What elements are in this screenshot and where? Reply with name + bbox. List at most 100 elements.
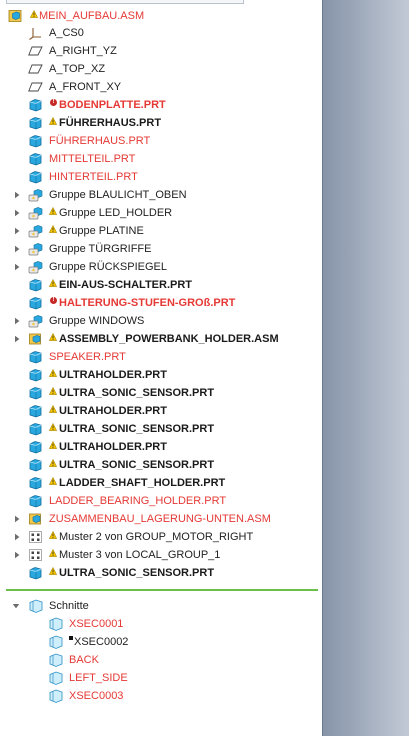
part-icon bbox=[28, 404, 43, 418]
expand-arrow-icon[interactable] bbox=[13, 186, 21, 204]
tree-item[interactable]: ULTRAHOLDER.PRT bbox=[0, 402, 322, 420]
tree-item[interactable]: A_TOP_XZ bbox=[0, 60, 322, 78]
tree-item[interactable]: ! BODENPLATTE.PRT bbox=[0, 96, 322, 114]
expand-arrow-icon[interactable] bbox=[13, 510, 21, 528]
part-icon bbox=[28, 566, 43, 580]
assembly-icon bbox=[28, 332, 43, 346]
part-icon bbox=[28, 386, 43, 400]
xsec-icon bbox=[48, 671, 63, 685]
tree-item[interactable]: ULTRA_SONIC_SENSOR.PRT bbox=[0, 420, 322, 438]
tree-item[interactable]: ULTRAHOLDER.PRT bbox=[0, 438, 322, 456]
pattern-icon bbox=[28, 548, 43, 562]
graphics-window[interactable] bbox=[322, 0, 409, 736]
tree-item-label: ULTRAHOLDER.PRT bbox=[59, 369, 167, 381]
part-icon bbox=[28, 476, 43, 490]
part-icon bbox=[28, 440, 43, 454]
datum-plane-icon bbox=[28, 80, 43, 94]
section-item[interactable]: XSEC0002 bbox=[0, 633, 322, 651]
tree-item[interactable]: FÜHRERHAUS.PRT bbox=[0, 114, 322, 132]
tree-item[interactable]: SPEAKER.PRT bbox=[0, 348, 322, 366]
tree-item-label: Muster 2 von GROUP_MOTOR_RIGHT bbox=[59, 531, 254, 543]
tree-item[interactable]: Gruppe BLAULICHT_OBEN bbox=[0, 186, 322, 204]
tree-item[interactable]: FÜHRERHAUS.PRT bbox=[0, 132, 322, 150]
tree-item-label: HINTERTEIL.PRT bbox=[49, 171, 138, 183]
tree-item[interactable]: Gruppe TÜRGRIFFE bbox=[0, 240, 322, 258]
expand-arrow-icon[interactable] bbox=[13, 312, 21, 330]
tree-item-label: Gruppe TÜRGRIFFE bbox=[49, 243, 152, 255]
tree-item[interactable]: Muster 3 von LOCAL_GROUP_1 bbox=[0, 546, 322, 564]
tree-item[interactable]: Gruppe WINDOWS bbox=[0, 312, 322, 330]
group-icon bbox=[28, 242, 43, 256]
tree-item-label: ULTRA_SONIC_SENSOR.PRT bbox=[59, 423, 215, 435]
expand-arrow-icon[interactable] bbox=[13, 222, 21, 240]
assembly-icon bbox=[8, 9, 23, 23]
section-item-label: LEFT_SIDE bbox=[69, 672, 128, 684]
tree-item-label: A_TOP_XZ bbox=[49, 63, 106, 75]
tree-item-label: Gruppe BLAULICHT_OBEN bbox=[49, 189, 187, 201]
tree-item-label: ULTRA_SONIC_SENSOR.PRT bbox=[59, 567, 215, 579]
tree-root-row[interactable]: MEIN_AUFBAU.ASM bbox=[0, 7, 322, 25]
sections-header-row[interactable]: Schnitte bbox=[0, 597, 322, 615]
pending-marker-icon bbox=[69, 636, 73, 640]
warning-icon bbox=[48, 386, 58, 395]
csys-icon bbox=[28, 26, 43, 40]
tree-item[interactable]: Gruppe RÜCKSPIEGEL bbox=[0, 258, 322, 276]
expand-arrow-icon[interactable] bbox=[13, 240, 21, 258]
expand-arrow-icon[interactable] bbox=[13, 546, 21, 564]
tree-item[interactable]: ! HALTERUNG-STUFEN-GROß.PRT bbox=[0, 294, 322, 312]
tree-item-label: ASSEMBLY_POWERBANK_HOLDER.ASM bbox=[59, 333, 279, 345]
expand-arrow-icon[interactable] bbox=[13, 528, 21, 546]
expand-arrow-icon[interactable] bbox=[13, 258, 21, 276]
part-icon bbox=[28, 170, 43, 184]
tree-item[interactable]: ASSEMBLY_POWERBANK_HOLDER.ASM bbox=[0, 330, 322, 348]
section-item-label: XSEC0001 bbox=[69, 618, 124, 630]
section-item[interactable]: LEFT_SIDE bbox=[0, 669, 322, 687]
model-tree-panel: MEIN_AUFBAU.ASM A_CS0 A_RIGHT_YZ A_TOP_XZ A_… bbox=[0, 0, 322, 736]
group-icon bbox=[28, 314, 43, 328]
tree-item[interactable]: ULTRA_SONIC_SENSOR.PRT bbox=[0, 564, 322, 582]
section-item[interactable]: XSEC0001 bbox=[0, 615, 322, 633]
tree-item[interactable]: ULTRA_SONIC_SENSOR.PRT bbox=[0, 456, 322, 474]
warning-icon bbox=[48, 116, 58, 125]
part-icon bbox=[28, 278, 43, 292]
tree-item-label: ULTRA_SONIC_SENSOR.PRT bbox=[59, 459, 215, 471]
tree-item-label: ULTRAHOLDER.PRT bbox=[59, 405, 167, 417]
expand-arrow-icon[interactable] bbox=[13, 204, 21, 222]
tree-item[interactable]: LADDER_SHAFT_HOLDER.PRT bbox=[0, 474, 322, 492]
tree-item[interactable]: Muster 2 von GROUP_MOTOR_RIGHT bbox=[0, 528, 322, 546]
tree-filter-bar bbox=[6, 0, 244, 4]
expand-arrow-icon[interactable] bbox=[13, 330, 21, 348]
tree-divider bbox=[6, 589, 318, 591]
datum-plane-icon bbox=[28, 44, 43, 58]
assembly-icon bbox=[28, 512, 43, 526]
tree-item-label: ULTRAHOLDER.PRT bbox=[59, 441, 167, 453]
tree-item[interactable]: ULTRA_SONIC_SENSOR.PRT bbox=[0, 384, 322, 402]
tree-item-label: HALTERUNG-STUFEN-GROß.PRT bbox=[59, 297, 236, 309]
warning-icon bbox=[48, 548, 58, 557]
tree-item[interactable]: LADDER_BEARING_HOLDER.PRT bbox=[0, 492, 322, 510]
tree-item[interactable]: MITTELTEIL.PRT bbox=[0, 150, 322, 168]
part-icon bbox=[28, 296, 43, 310]
tree-item-label: FÜHRERHAUS.PRT bbox=[49, 135, 151, 147]
tree-item[interactable]: HINTERTEIL.PRT bbox=[0, 168, 322, 186]
warning-icon bbox=[48, 332, 58, 341]
warning-icon bbox=[48, 224, 58, 233]
error-icon: ! bbox=[50, 297, 57, 304]
xsec-icon bbox=[48, 635, 63, 649]
part-icon bbox=[28, 422, 43, 436]
group-icon bbox=[28, 188, 43, 202]
tree-item[interactable]: A_RIGHT_YZ bbox=[0, 42, 322, 60]
tree-item[interactable]: A_FRONT_XY bbox=[0, 78, 322, 96]
section-item[interactable]: BACK bbox=[0, 651, 322, 669]
xsec-folder-icon bbox=[28, 599, 43, 613]
tree-item[interactable]: EIN-AUS-SCHALTER.PRT bbox=[0, 276, 322, 294]
tree-item-label: MITTELTEIL.PRT bbox=[49, 153, 136, 165]
tree-item[interactable]: ULTRAHOLDER.PRT bbox=[0, 366, 322, 384]
tree-item[interactable]: A_CS0 bbox=[0, 24, 322, 42]
collapse-arrow-icon[interactable] bbox=[12, 597, 20, 615]
part-icon bbox=[28, 350, 43, 364]
tree-item[interactable]: Gruppe LED_HOLDER bbox=[0, 204, 322, 222]
section-item[interactable]: XSEC0003 bbox=[0, 687, 322, 705]
tree-item[interactable]: ZUSAMMENBAU_LAGERUNG-UNTEN.ASM bbox=[0, 510, 322, 528]
tree-item[interactable]: Gruppe PLATINE bbox=[0, 222, 322, 240]
